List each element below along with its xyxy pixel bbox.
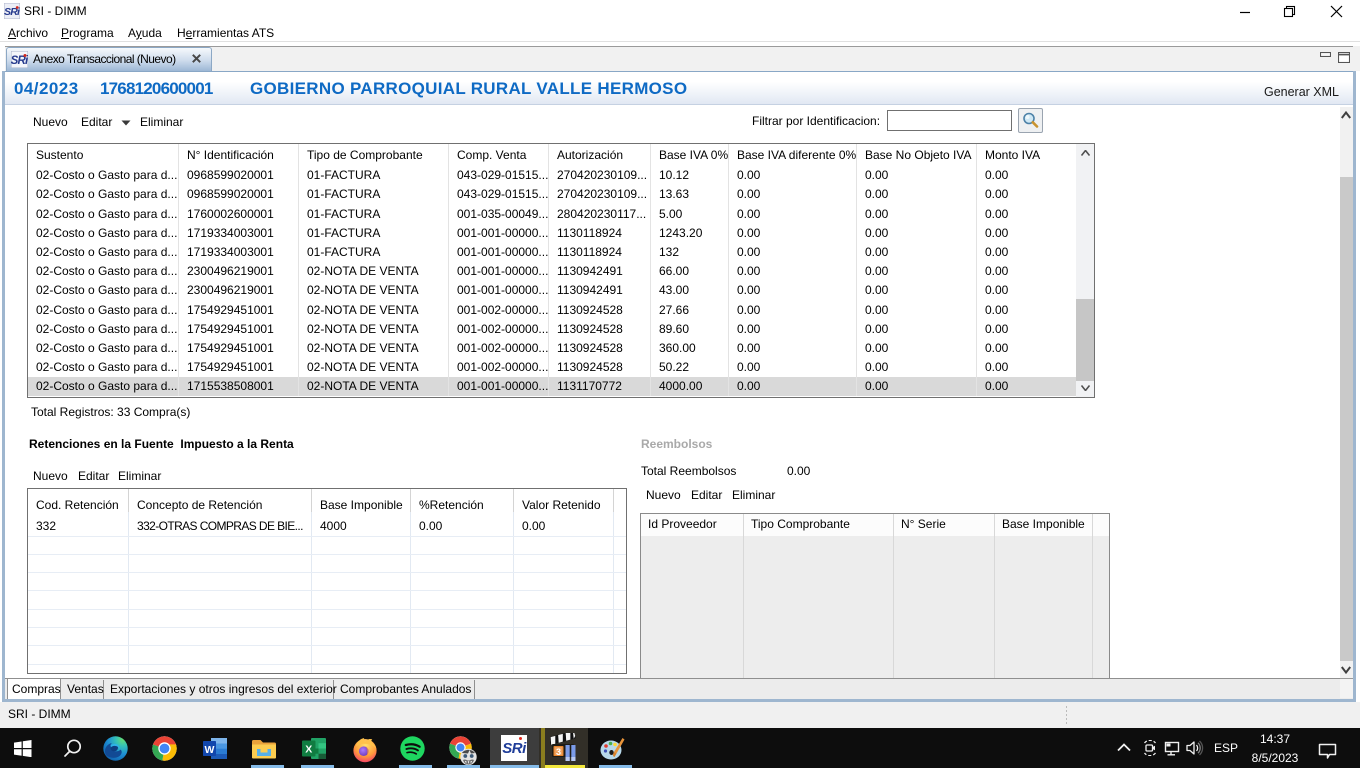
svg-text:3: 3 [556, 747, 561, 757]
svg-text:W: W [205, 744, 215, 756]
svg-text:X: X [305, 744, 312, 756]
